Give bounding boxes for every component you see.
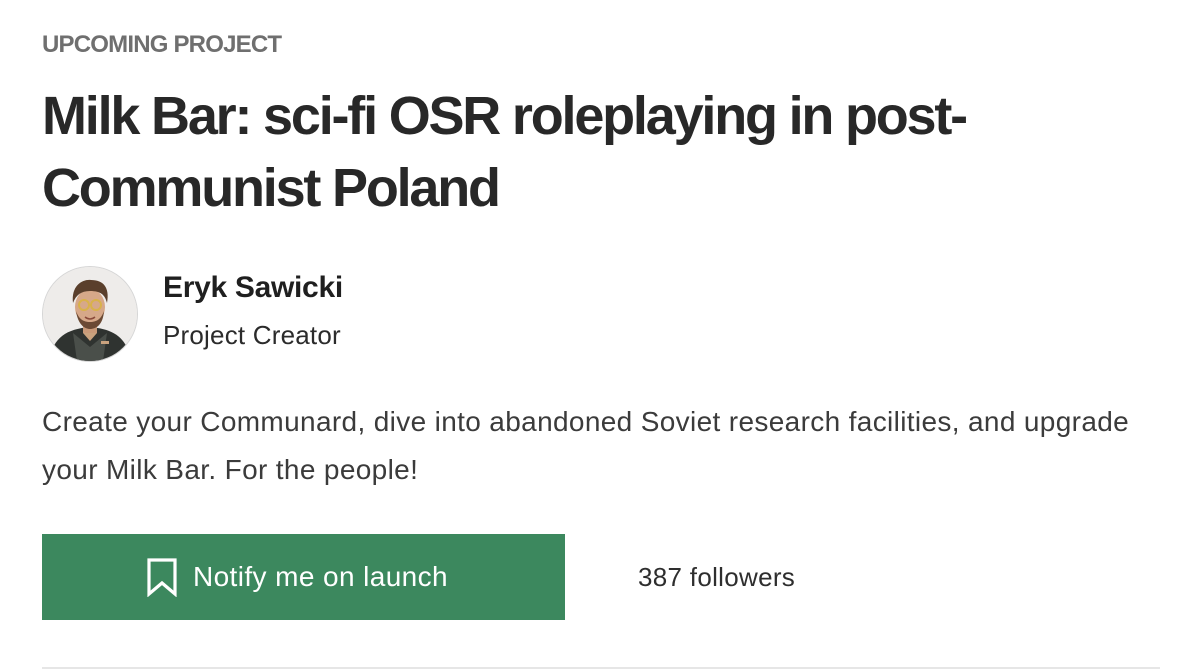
- creator-name[interactable]: Eryk Sawicki: [163, 271, 343, 305]
- project-title[interactable]: Milk Bar: sci-fi OSR roleplaying in post…: [42, 80, 1042, 224]
- notify-button-label: Notify me on launch: [192, 561, 449, 592]
- notify-me-button[interactable]: Notify me on launch: [42, 534, 565, 620]
- project-description: Create your Communard, dive into abandon…: [42, 406, 1130, 485]
- divider: [42, 667, 1160, 669]
- bookmark-icon: [145, 557, 179, 597]
- creator-block[interactable]: Eryk Sawicki Project Creator: [42, 266, 542, 362]
- avatar[interactable]: [42, 266, 138, 362]
- followers-count: 387 followers: [638, 562, 796, 592]
- creator-role: Project Creator: [163, 320, 341, 350]
- project-status-label: UPCOMING PROJECT: [42, 31, 282, 58]
- project-card: UPCOMING PROJECT Milk Bar: sci-fi OSR ro…: [42, 0, 1162, 670]
- creator-photo: [43, 267, 137, 361]
